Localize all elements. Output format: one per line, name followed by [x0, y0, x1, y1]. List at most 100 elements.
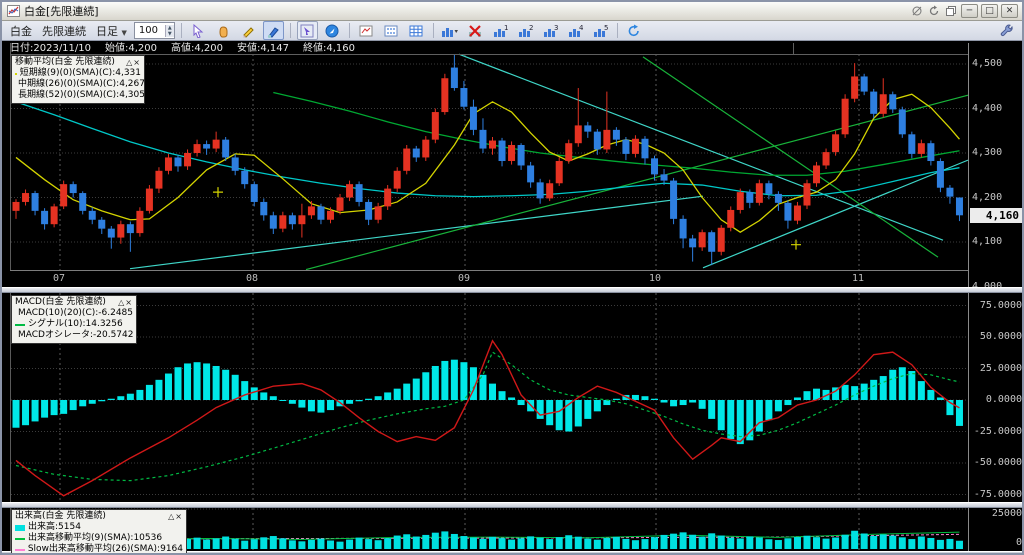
- chart-type-dropdown-button[interactable]: [440, 21, 461, 40]
- volume-legend: 出来高(白金 先限連続) △× 出来高:5154 出来高移動平均(9)(SMA)…: [11, 509, 187, 554]
- macd-chart[interactable]: [10, 293, 969, 502]
- axis-tick: 0: [1015, 537, 1022, 548]
- macd-legend-title: MACD(白金 先限連続): [15, 297, 106, 307]
- volume-slow-ma-label: Slow出来高移動平均(26)(SMA):9164: [27, 544, 183, 554]
- chart-preset-3-button[interactable]: 3: [540, 21, 561, 40]
- axis-tick: 0.0000: [985, 394, 1022, 405]
- axis-tick: 25000: [991, 508, 1022, 519]
- legend-item: 出来高移動平均(9)(SMA):10536: [15, 533, 183, 544]
- legend-item: 長期線(52)(0)(SMA)(C):4,305: [15, 90, 145, 101]
- axis-tick: 4,200: [972, 191, 1003, 203]
- info-low: 安値:4,147: [237, 43, 290, 54]
- chevron-down-icon: ▼: [121, 28, 127, 37]
- volume-legend-title: 出来高(白金 先限連続): [15, 511, 106, 521]
- axis-tick: 75.0000: [979, 299, 1022, 311]
- info-divider: [793, 43, 794, 54]
- toolbar-separator: [180, 23, 182, 38]
- volume-axis: 25000 0: [968, 508, 1022, 551]
- price-axis: 4,500 4,400 4,300 4,200 4,100 4,000 4,160: [968, 43, 1022, 292]
- chart-preset-5-button[interactable]: 5: [590, 21, 611, 40]
- axis-tick: 4,300: [972, 147, 1003, 158]
- ma-short-swatch: [15, 72, 17, 75]
- rotate-icon[interactable]: [927, 5, 941, 18]
- refresh-icon[interactable]: [624, 21, 645, 40]
- toolbar-separator: [616, 23, 618, 38]
- ma-legend: 移動平均(白金 先限連続) △× 短期線(9)(0)(SMA)(C):4,331…: [11, 55, 145, 104]
- contract-label: 先限連続: [42, 24, 86, 38]
- macd-signal-swatch: [15, 323, 25, 326]
- window-title: 白金[先限連続]: [24, 5, 99, 18]
- minimize-button[interactable]: ─: [961, 4, 978, 18]
- ma-mid-label: 中期線(26)(0)(SMA)(C):4,267: [18, 79, 145, 89]
- volume-ma-swatch: [15, 537, 25, 540]
- compass-tool-button[interactable]: [322, 21, 343, 40]
- svg-text:4: 4: [579, 24, 583, 32]
- ma-legend-title: 移動平均(白金 先限連続): [15, 57, 115, 67]
- svg-text:1: 1: [504, 24, 508, 32]
- legend-item: MACDオシレータ:-20.5742: [15, 330, 133, 341]
- volume-swatch: [15, 524, 25, 531]
- legend-close-icon[interactable]: ×: [175, 512, 183, 521]
- legend-item: シグナル(10):14.3256: [15, 319, 133, 330]
- svg-text:2: 2: [529, 24, 533, 32]
- ohlc-info-bar: 日付:2023/11/10 始値:4,200 高値:4,200 安値:4,147 終値:…: [10, 43, 968, 55]
- close-button[interactable]: ✕: [1001, 4, 1018, 18]
- toolbar: 白金 先限連続 日足 ▼ 100 ▲ ▼: [2, 21, 1022, 41]
- maximize-button[interactable]: □: [981, 4, 998, 18]
- month-axis: 07 08 09 10 11: [10, 270, 968, 288]
- remove-indicator-button[interactable]: [465, 21, 486, 40]
- spin-down-icon[interactable]: ▼: [165, 30, 174, 37]
- legend-item: 短期線(9)(0)(SMA)(C):4,331: [15, 68, 141, 79]
- axis-tick: 4,400: [972, 102, 1003, 114]
- macd-axis: 75.0000 50.0000 25.0000 0.0000 -25.0000 -50.0…: [968, 293, 1022, 502]
- macd-signal-label: シグナル(10):14.3256: [28, 319, 123, 329]
- axis-tick: -25.0000: [973, 425, 1022, 437]
- axis-tick: -75.0000: [973, 488, 1022, 500]
- app-window: 白金[先限連続] ─ □ ✕ 白金 先限連続 日足 ▼ 100 ▲ ▼ 日付:2…: [0, 0, 1024, 555]
- legend-close-icon[interactable]: ×: [125, 298, 133, 307]
- legend-item: 出来高:5154: [15, 522, 183, 533]
- current-price-tag: 4,160: [970, 208, 1022, 224]
- toolbar-separator: [348, 23, 350, 38]
- info-date: 日付:2023/11/10: [10, 43, 92, 54]
- info-high: 高値:4,200: [171, 43, 224, 54]
- info-open: 始値:4,200: [105, 43, 158, 54]
- info-close: 終値:4,160: [303, 43, 356, 54]
- legend-item: Slow出来高移動平均(26)(SMA):9164: [15, 544, 183, 554]
- month-label: 09: [458, 273, 471, 284]
- month-label: 08: [246, 273, 259, 284]
- brush-tool-button[interactable]: [262, 21, 284, 40]
- bar-count-stepper[interactable]: 100 ▲ ▼: [133, 22, 175, 39]
- axis-tick: 4,100: [972, 236, 1003, 247]
- cursor-tool-button[interactable]: [188, 21, 209, 40]
- ma-short-label: 短期線(9)(0)(SMA)(C):4,331: [19, 68, 141, 78]
- legend-item: 中期線(26)(0)(SMA)(C):4,267: [15, 79, 145, 90]
- period-select[interactable]: 日足 ▼: [93, 23, 130, 39]
- chart-preset-1-button[interactable]: 1: [490, 21, 511, 40]
- wrench-icon[interactable]: [996, 21, 1017, 40]
- crosshair-tool-button[interactable]: [296, 21, 318, 40]
- hand-tool-button[interactable]: [213, 21, 234, 40]
- pencil-tool-button[interactable]: [238, 21, 259, 40]
- pin-icon[interactable]: [910, 5, 924, 18]
- axis-tick: 50.0000: [979, 331, 1022, 342]
- svg-text:5: 5: [604, 24, 608, 32]
- copy-icon[interactable]: [944, 5, 958, 18]
- chart-preset-4-button[interactable]: 4: [565, 21, 586, 40]
- ma-long-label: 長期線(52)(0)(SMA)(C):4,305: [18, 90, 145, 100]
- symbol-label: 白金: [10, 24, 32, 38]
- chart-window-button[interactable]: [356, 21, 377, 40]
- svg-text:3: 3: [554, 24, 558, 32]
- volume-ma-label: 出来高移動平均(9)(SMA):10536: [28, 533, 163, 543]
- grid-dots-button[interactable]: [381, 21, 402, 40]
- month-label: 11: [852, 273, 865, 284]
- titlebar[interactable]: 白金[先限連続] ─ □ ✕: [2, 2, 1022, 21]
- grid-button[interactable]: [406, 21, 427, 40]
- legend-close-icon[interactable]: ×: [133, 58, 141, 67]
- chart-preset-2-button[interactable]: 2: [515, 21, 536, 40]
- app-chart-icon: [6, 5, 20, 18]
- macd-legend: MACD(白金 先限連続) △× MACD(10)(20)(C):-6.2485…: [11, 295, 137, 344]
- axis-tick: 4,500: [972, 58, 1003, 69]
- toolbar-separator: [432, 23, 434, 38]
- main-candlestick-chart[interactable]: [10, 43, 969, 270]
